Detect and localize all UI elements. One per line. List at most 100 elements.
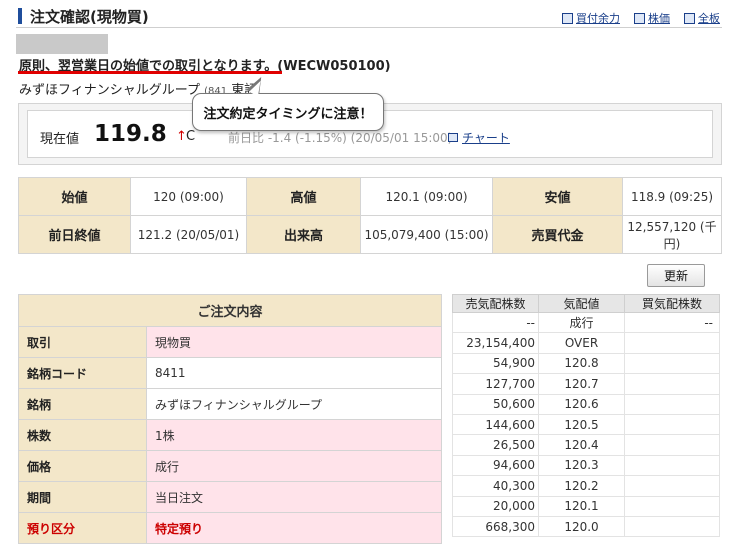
- order-book-row: 127,700 120.7: [452, 373, 720, 395]
- sell-qty-cell: 26,500: [452, 434, 539, 456]
- current-price-label: 現在値: [40, 132, 80, 147]
- quote-price-cell: 120.7: [538, 373, 625, 395]
- order-value-name: みずほフィナンシャルグループ: [146, 388, 442, 420]
- order-label-price: 価格: [18, 450, 147, 482]
- order-book-body: -- 成行 -- 23,154,400 OVER 54,900 120.8 127,700 12…: [452, 311, 720, 538]
- volume-label: 出来高: [246, 215, 361, 254]
- full-board-link[interactable]: 全板: [684, 10, 720, 26]
- high-label: 高値: [246, 177, 361, 216]
- order-value-shares: 1株: [146, 419, 442, 451]
- open-value: 120 (09:00): [130, 177, 247, 216]
- buy-qty-cell: [624, 495, 720, 517]
- page-title: 注文確認(現物買): [30, 8, 149, 26]
- sell-qty-cell: 94,600: [452, 454, 539, 477]
- price-change-info: 前日比 -1.4 (-1.15%) (20/05/01 15:00): [228, 131, 453, 145]
- order-book-row: 23,154,400 OVER: [452, 332, 720, 354]
- redacted-block: [16, 34, 108, 54]
- order-label-trade: 取引: [18, 326, 147, 358]
- order-book-row: 40,300 120.2: [452, 475, 720, 497]
- sell-qty-cell: 20,000: [452, 495, 539, 517]
- order-label-account: 預り区分: [18, 512, 147, 544]
- order-book-row: 26,500 120.4: [452, 434, 720, 456]
- sell-qty-cell: 127,700: [452, 373, 539, 395]
- sell-qty-cell: 40,300: [452, 475, 539, 497]
- window-icon: [684, 12, 695, 24]
- buy-qty-cell: [624, 332, 720, 354]
- order-book-row: 20,000 120.1: [452, 495, 720, 517]
- order-book-header: 売気配株数 気配値 買気配株数: [452, 294, 720, 313]
- title-marker: [18, 8, 22, 24]
- order-header-row: ご注文内容: [18, 294, 442, 327]
- quote-price-cell: 120.6: [538, 393, 625, 415]
- buy-qty-cell: [624, 475, 720, 497]
- sell-qty-cell: 50,600: [452, 393, 539, 415]
- turnover-value: 12,557,120 (千円): [622, 215, 722, 254]
- quote-price-cell: 120.1: [538, 495, 625, 517]
- sell-qty-cell: --: [452, 311, 539, 334]
- order-label-name: 銘柄: [18, 388, 147, 420]
- quote-price-cell: 120.5: [538, 413, 625, 436]
- order-book-row: 144,600 120.5: [452, 413, 720, 436]
- buy-qty-cell: [624, 434, 720, 456]
- order-label-code: 銘柄コード: [18, 357, 147, 389]
- buy-qty-cell: [624, 413, 720, 436]
- order-label-period: 期間: [18, 481, 147, 513]
- sell-qty-cell: 144,600: [452, 413, 539, 436]
- order-book-row: 668,300 120.0: [452, 515, 720, 538]
- turnover-label: 売買代金: [492, 215, 623, 254]
- order-value-trade: 現物買: [146, 326, 442, 358]
- quote-price-cell: 120.0: [538, 515, 625, 538]
- quote-price-cell: 成行: [538, 311, 625, 334]
- current-price-value: 119.8: [94, 121, 167, 147]
- header-links: 買付余力 株価 全板: [562, 10, 720, 26]
- low-value: 118.9 (09:25): [622, 177, 722, 216]
- buy-qty-cell: [624, 352, 720, 375]
- order-table: ご注文内容 取引 現物買 銘柄コード 8411 銘柄 みずほフィナンシャルグルー…: [18, 294, 442, 544]
- order-label-shares: 株数: [18, 419, 147, 451]
- order-book-row: 54,900 120.8: [452, 352, 720, 375]
- order-value-price: 成行: [146, 450, 442, 482]
- timing-callout: 注文約定タイミングに注意！: [192, 93, 384, 131]
- quote-price-header: 気配値: [538, 294, 625, 313]
- prev-close-label: 前日終値: [18, 215, 131, 254]
- stock-price-link[interactable]: 株価: [634, 10, 670, 26]
- window-icon: [448, 133, 458, 142]
- quote-price-cell: OVER: [538, 332, 625, 354]
- price-flag: C: [186, 129, 196, 144]
- buying-power-link[interactable]: 買付余力: [562, 10, 620, 26]
- sell-qty-cell: 23,154,400: [452, 332, 539, 354]
- buy-qty-header: 買気配株数: [624, 294, 720, 313]
- order-row: 期間 当日注文: [18, 481, 442, 513]
- quote-table: 始値 120 (09:00) 高値 120.1 (09:00) 安値 118.9…: [18, 177, 722, 254]
- order-row: 預り区分 特定預り: [18, 512, 442, 544]
- notice-underline: [18, 71, 282, 74]
- buy-qty-cell: [624, 373, 720, 395]
- quote-price-cell: 120.2: [538, 475, 625, 497]
- sell-qty-header: 売気配株数: [452, 294, 539, 313]
- sell-qty-cell: 668,300: [452, 515, 539, 538]
- page-header: 注文確認(現物買) 買付余力 株価 全板: [16, 6, 722, 28]
- order-header: ご注文内容: [18, 294, 442, 327]
- window-icon: [562, 12, 573, 24]
- order-row: 価格 成行: [18, 450, 442, 482]
- buy-qty-cell: [624, 393, 720, 415]
- order-book-row: -- 成行 --: [452, 311, 720, 334]
- quote-price-cell: 120.3: [538, 454, 625, 477]
- order-book-table: 売気配株数 気配値 買気配株数 -- 成行 -- 23,154,400 OVER 54,9…: [452, 294, 720, 538]
- chart-link[interactable]: チャート: [448, 129, 510, 146]
- order-book-row: 50,600 120.6: [452, 393, 720, 415]
- order-row: 取引 現物買: [18, 326, 442, 358]
- sell-qty-cell: 54,900: [452, 352, 539, 375]
- buy-qty-cell: --: [624, 311, 720, 334]
- stock-name: みずほフィナンシャルグループ: [19, 83, 200, 98]
- prev-close-value: 121.2 (20/05/01): [130, 215, 247, 254]
- high-value: 120.1 (09:00): [360, 177, 493, 216]
- quote-row: 前日終値 121.2 (20/05/01) 出来高 105,079,400 (1…: [18, 215, 722, 254]
- open-label: 始値: [18, 177, 131, 216]
- order-row: 銘柄 みずほフィナンシャルグループ: [18, 388, 442, 420]
- refresh-button[interactable]: 更新: [647, 264, 705, 287]
- order-book-row: 94,600 120.3: [452, 454, 720, 477]
- buy-qty-cell: [624, 515, 720, 538]
- order-value-period: 当日注文: [146, 481, 442, 513]
- window-icon: [634, 12, 645, 24]
